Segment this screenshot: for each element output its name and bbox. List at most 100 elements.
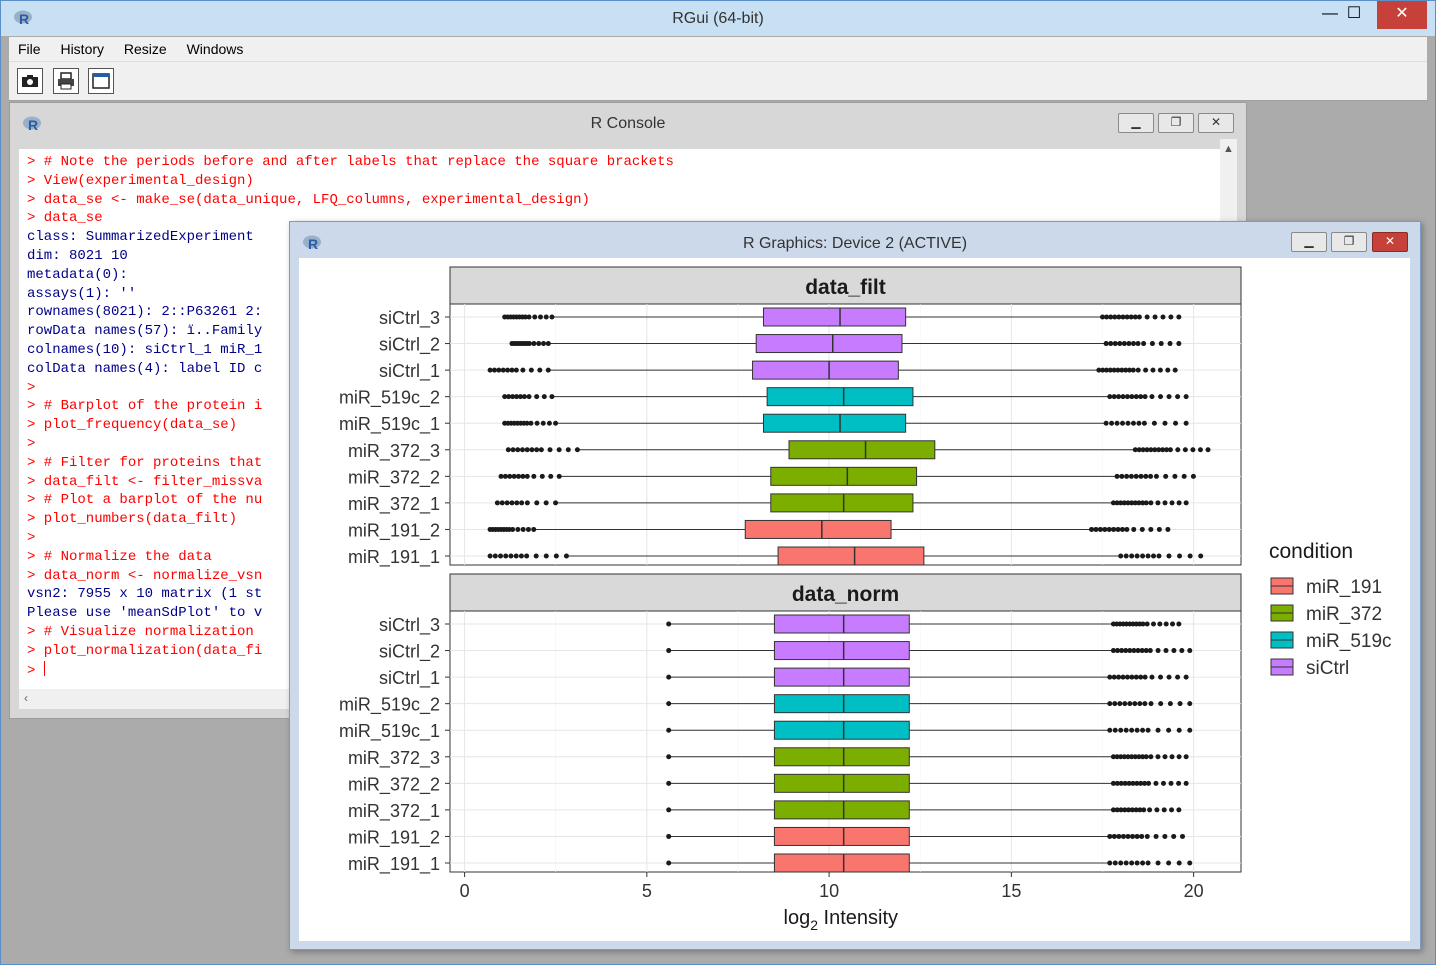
outlier-point: [666, 674, 672, 680]
y-tick-label: miR_519c_2: [339, 388, 440, 409]
outlier-point: [1162, 500, 1168, 506]
outlier-point: [1163, 473, 1169, 479]
outlier-point: [666, 621, 672, 627]
print-button[interactable]: [53, 68, 79, 94]
x-tick-label: 20: [1184, 881, 1204, 901]
graphics-minimize-button[interactable]: ▁: [1291, 232, 1327, 252]
outlier-point: [1176, 754, 1182, 760]
box-miR_519c_2: [766, 387, 914, 407]
y-tick-label: siCtrl_3: [379, 615, 440, 636]
outlier-point: [1144, 833, 1150, 839]
y-tick-label: miR_191_1: [348, 547, 440, 568]
outlier-point: [1155, 727, 1161, 733]
outlier-point: [1148, 754, 1154, 760]
outlier-point: [1182, 447, 1188, 453]
outlier-point: [1156, 553, 1162, 559]
console-button[interactable]: [88, 68, 114, 94]
outlier-point: [1183, 500, 1189, 506]
outlier-point: [504, 500, 510, 506]
outlier-point: [1109, 420, 1115, 426]
outlier-point: [540, 420, 546, 426]
graphics-close-button[interactable]: ✕: [1372, 232, 1408, 252]
outlier-point: [1151, 420, 1157, 426]
outlier-point: [537, 314, 543, 320]
outlier-point: [1160, 780, 1166, 786]
graphics-titlebar[interactable]: R R Graphics: Device 2 (ACTIVE) ▁ ❐ ✕: [290, 222, 1420, 258]
outlier-point: [521, 394, 527, 400]
outlier-point: [1127, 701, 1133, 707]
legend-title: condition: [1269, 540, 1353, 563]
console-minimize-button[interactable]: ▁: [1118, 113, 1154, 133]
outlier-point: [1144, 621, 1150, 627]
outlier-point: [1171, 648, 1177, 654]
outlier-point: [1139, 526, 1145, 532]
outlier-point: [1142, 394, 1148, 400]
maximize-button[interactable]: ☐: [1331, 1, 1377, 29]
outlier-point: [526, 341, 532, 347]
outlier-point: [1166, 860, 1172, 866]
outlier-point: [1108, 341, 1114, 347]
r-graphics-window: R R Graphics: Device 2 (ACTIVE) ▁ ❐ ✕ da…: [289, 221, 1421, 950]
outlier-point: [502, 473, 508, 479]
scroll-up-icon[interactable]: ▲: [1223, 143, 1234, 155]
outlier-point: [1183, 754, 1189, 760]
outlier-point: [1125, 420, 1131, 426]
outlier-point: [1130, 367, 1136, 373]
outlier-point: [1129, 553, 1135, 559]
app-title: RGui (64-bit): [672, 10, 764, 27]
copy-button[interactable]: [17, 68, 43, 94]
outlier-point: [553, 500, 559, 506]
window-icon: [92, 73, 110, 89]
menu-resize[interactable]: Resize: [115, 37, 174, 57]
menu-history[interactable]: History: [51, 37, 111, 57]
outlier-point: [556, 447, 562, 453]
outlier-point: [1138, 674, 1144, 680]
console-restore-button[interactable]: ❐: [1158, 113, 1194, 133]
outlier-point: [1089, 526, 1095, 532]
outlier-point: [1148, 500, 1154, 506]
outlier-point: [1124, 526, 1130, 532]
x-tick-label: 15: [1001, 881, 1021, 901]
outlier-point: [526, 314, 532, 320]
console-title: R Console: [590, 115, 666, 132]
outlier-point: [1115, 526, 1121, 532]
outlier-point: [1120, 674, 1126, 680]
close-button[interactable]: ✕: [1377, 1, 1427, 29]
outlier-point: [1136, 314, 1142, 320]
box-miR_372_1: [773, 800, 910, 820]
graphics-restore-button[interactable]: ❐: [1331, 232, 1367, 252]
outlier-point: [1103, 420, 1109, 426]
outlier-point: [1176, 341, 1182, 347]
menu-windows[interactable]: Windows: [178, 37, 251, 57]
scroll-left-icon[interactable]: ‹: [24, 691, 28, 705]
outlier-point: [1130, 420, 1136, 426]
outlier-point: [531, 473, 537, 479]
outlier-point: [1140, 727, 1146, 733]
x-axis-title-main: log: [784, 907, 811, 929]
menu-file[interactable]: File: [9, 37, 48, 57]
outlier-point: [1147, 648, 1153, 654]
y-tick-label: siCtrl_1: [379, 361, 440, 382]
outlier-point: [524, 447, 530, 453]
outlier-point: [1129, 394, 1135, 400]
outlier-point: [666, 754, 672, 760]
outlier-point: [532, 314, 538, 320]
y-tick-label: miR_519c_1: [339, 414, 440, 435]
outlier-point: [528, 367, 534, 373]
outlier-point: [520, 526, 526, 532]
outlier-point: [1112, 341, 1118, 347]
console-close-button[interactable]: ✕: [1198, 113, 1234, 133]
outlier-point: [1111, 833, 1117, 839]
outlier-point: [1148, 473, 1154, 479]
box-miR_372_2: [773, 773, 910, 793]
outlier-point: [1114, 420, 1120, 426]
outlier-point: [1175, 394, 1181, 400]
outlier-point: [1149, 394, 1155, 400]
y-tick-label: miR_372_1: [348, 801, 440, 822]
outlier-point: [1117, 341, 1123, 347]
outlier-point: [1175, 447, 1181, 453]
outlier-point: [1122, 701, 1128, 707]
outlier-point: [1111, 526, 1117, 532]
console-titlebar[interactable]: R R Console ▁ ❐ ✕: [10, 103, 1246, 139]
app-titlebar[interactable]: R RGui (64-bit) — ☐ ✕: [1, 1, 1435, 36]
